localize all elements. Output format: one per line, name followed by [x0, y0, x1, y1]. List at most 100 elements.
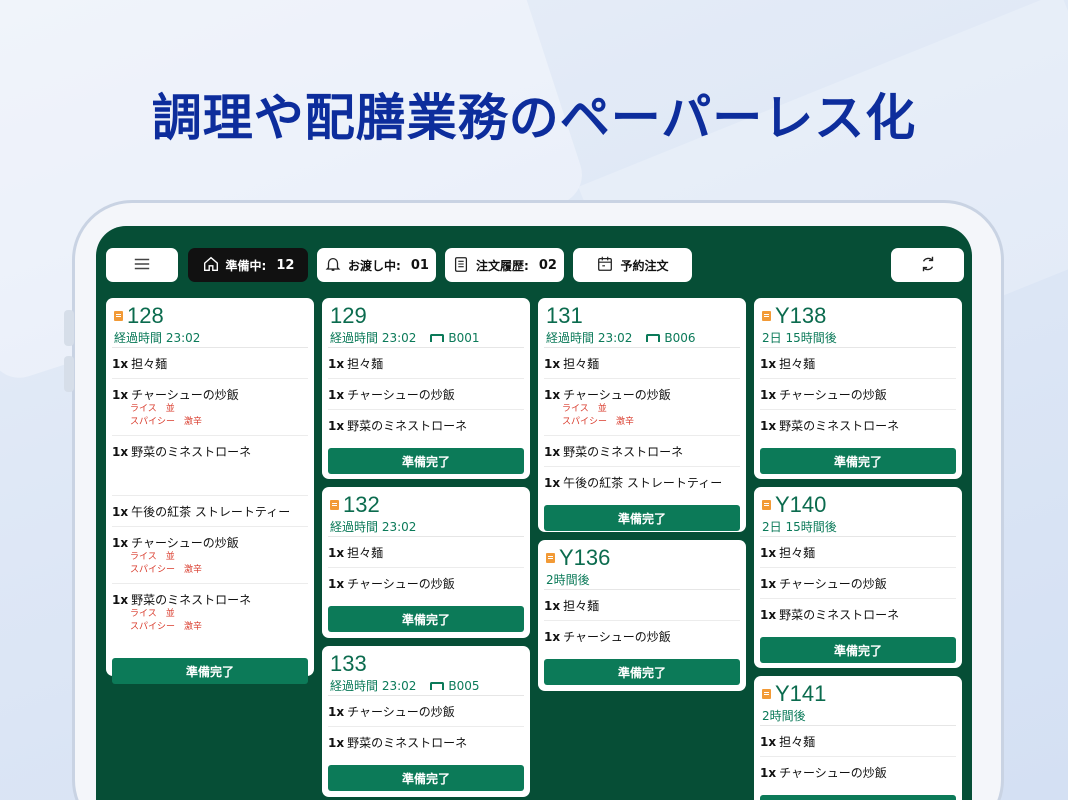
tab-handing-over[interactable]: お渡し中: 01	[317, 248, 436, 282]
order-card: 132 経過時間 23:02 1x 担々麺 1x チャーシューの炒飯 準備完了	[322, 487, 530, 638]
hamburger-icon	[133, 255, 151, 276]
order-card: Y140 2日 15時間後 1x 担々麺 1x チャーシューの炒飯 1x 野菜のミネス…	[754, 487, 962, 668]
ready-button[interactable]: 準備完了	[328, 606, 524, 632]
order-number: Y136	[559, 545, 611, 570]
item-option: スパイシー 激辛	[130, 565, 203, 575]
item-qty: 1x	[328, 736, 345, 750]
card-header: 128	[112, 303, 308, 328]
item-option: ライス 並	[130, 609, 175, 619]
order-item: 1x チャーシューの炒飯	[328, 568, 524, 598]
order-number: Y140	[775, 492, 827, 517]
order-card: 128 経過時間 23:02 1x 担々麺 1x チャーシューの炒飯 ライス 並 ス…	[106, 298, 314, 684]
table-tag: B006	[646, 330, 696, 345]
ready-button[interactable]: 準備完了	[760, 795, 956, 800]
card-header: Y138	[760, 303, 956, 328]
tab-reservations-label: 予約注文	[620, 258, 669, 273]
order-meta: 2日 15時間後	[760, 517, 956, 537]
order-card: 129 経過時間 23:02 B001 1x 担々麺 1x チャーシューの炒飯 1x…	[322, 298, 530, 479]
ready-button[interactable]: 準備完了	[112, 658, 308, 684]
ready-button[interactable]: 準備完了	[328, 765, 524, 791]
item-name: 担々麺	[563, 357, 600, 371]
elapsed-time: 経過時間 23:02	[546, 331, 633, 345]
scheduled-time: 2日 15時間後	[762, 331, 837, 345]
tab-handing-count: 01	[410, 257, 429, 273]
card-header: 132	[328, 492, 524, 517]
order-meta: 2時間後	[760, 706, 956, 726]
order-card: 131 経過時間 23:02 B006 1x 担々麺 1x チャーシューの炒飯 ライ…	[538, 298, 746, 532]
ready-button[interactable]: 準備完了	[328, 448, 524, 474]
document-icon	[330, 500, 339, 510]
home-icon	[202, 255, 220, 276]
calendar-icon	[596, 255, 614, 276]
item-name: チャーシューの炒飯	[131, 536, 239, 550]
tab-reservations[interactable]: 予約注文	[573, 248, 692, 282]
order-meta: 経過時間 23:02	[328, 517, 524, 537]
card-header: Y136	[544, 545, 740, 570]
order-item: 1x 担々麺	[544, 348, 740, 379]
order-number: 132	[343, 492, 380, 517]
ready-button[interactable]: 準備完了	[544, 505, 740, 531]
item-name: チャーシューの炒飯	[779, 388, 887, 402]
order-item: 1x チャーシューの炒飯 ライス 並 スパイシー 激辛	[112, 527, 308, 584]
order-item: 1x 野菜のミネストローネ	[328, 410, 524, 440]
item-qty: 1x	[760, 419, 777, 433]
elapsed-time: 経過時間 23:02	[114, 331, 201, 345]
order-item: 1x 野菜のミネストローネ	[760, 410, 956, 440]
item-qty: 1x	[112, 593, 129, 607]
card-header: 129	[328, 303, 524, 328]
order-number: 129	[330, 303, 367, 328]
tab-order-history[interactable]: 注文履歴: 02	[445, 248, 564, 282]
card-header: Y140	[760, 492, 956, 517]
item-qty: 1x	[328, 419, 345, 433]
item-qty: 1x	[112, 505, 129, 519]
item-qty: 1x	[112, 536, 129, 550]
item-qty: 1x	[760, 388, 777, 402]
item-qty: 1x	[760, 577, 777, 591]
item-name: 野菜のミネストローネ	[131, 593, 252, 607]
item-qty: 1x	[760, 546, 777, 560]
order-item: 1x チャーシューの炒飯 ライス 並 スパイシー 激辛	[112, 379, 308, 436]
kitchen-display-screen: 準備中: 12 お渡し中: 01 注文履歴: 02 予約注文 128 経過時間 …	[96, 226, 972, 800]
item-qty: 1x	[544, 476, 561, 490]
card-header: 131	[544, 303, 740, 328]
order-item: 1x チャーシューの炒飯 ライス 並 スパイシー 激辛	[544, 379, 740, 436]
bell-icon	[324, 255, 342, 276]
item-name: 担々麺	[563, 599, 600, 613]
order-item: 1x 担々麺	[328, 537, 524, 568]
order-number: Y141	[775, 681, 827, 706]
order-meta: 経過時間 23:02	[112, 328, 308, 348]
order-card: Y138 2日 15時間後 1x 担々麺 1x チャーシューの炒飯 1x 野菜のミネス…	[754, 298, 962, 479]
item-option: ライス 並	[562, 404, 607, 414]
card-header: 133	[328, 651, 524, 676]
order-item: 1x 担々麺	[760, 537, 956, 568]
item-qty: 1x	[544, 445, 561, 459]
refresh-button[interactable]	[891, 248, 964, 282]
scheduled-time: 2時間後	[762, 709, 806, 723]
table-icon	[430, 681, 445, 690]
clipboard-icon	[452, 255, 470, 276]
item-name: チャーシューの炒飯	[131, 388, 239, 402]
item-qty: 1x	[328, 388, 345, 402]
order-item: 1x 午後の紅茶 ストレートティー	[112, 496, 308, 527]
tablet-side-button	[64, 310, 74, 346]
item-qty: 1x	[544, 599, 561, 613]
scheduled-time: 2時間後	[546, 573, 590, 587]
order-meta: 2時間後	[544, 570, 740, 590]
item-name: 野菜のミネストローネ	[347, 419, 468, 433]
order-item: 1x チャーシューの炒飯	[760, 757, 956, 787]
item-option: スパイシー 激辛	[562, 417, 635, 427]
ready-button[interactable]: 準備完了	[760, 637, 956, 663]
document-icon	[546, 553, 555, 563]
order-number: 128	[127, 303, 164, 328]
tab-history-count: 02	[538, 257, 557, 273]
card-header: Y141	[760, 681, 956, 706]
item-qty: 1x	[760, 357, 777, 371]
tab-preparing[interactable]: 準備中: 12	[188, 248, 308, 282]
item-name: チャーシューの炒飯	[347, 705, 455, 719]
menu-button[interactable]	[106, 248, 178, 282]
order-item: 1x チャーシューの炒飯	[328, 379, 524, 410]
ready-button[interactable]: 準備完了	[544, 659, 740, 685]
item-option: スパイシー 激辛	[130, 622, 203, 632]
table-number: B006	[664, 330, 696, 345]
ready-button[interactable]: 準備完了	[760, 448, 956, 474]
